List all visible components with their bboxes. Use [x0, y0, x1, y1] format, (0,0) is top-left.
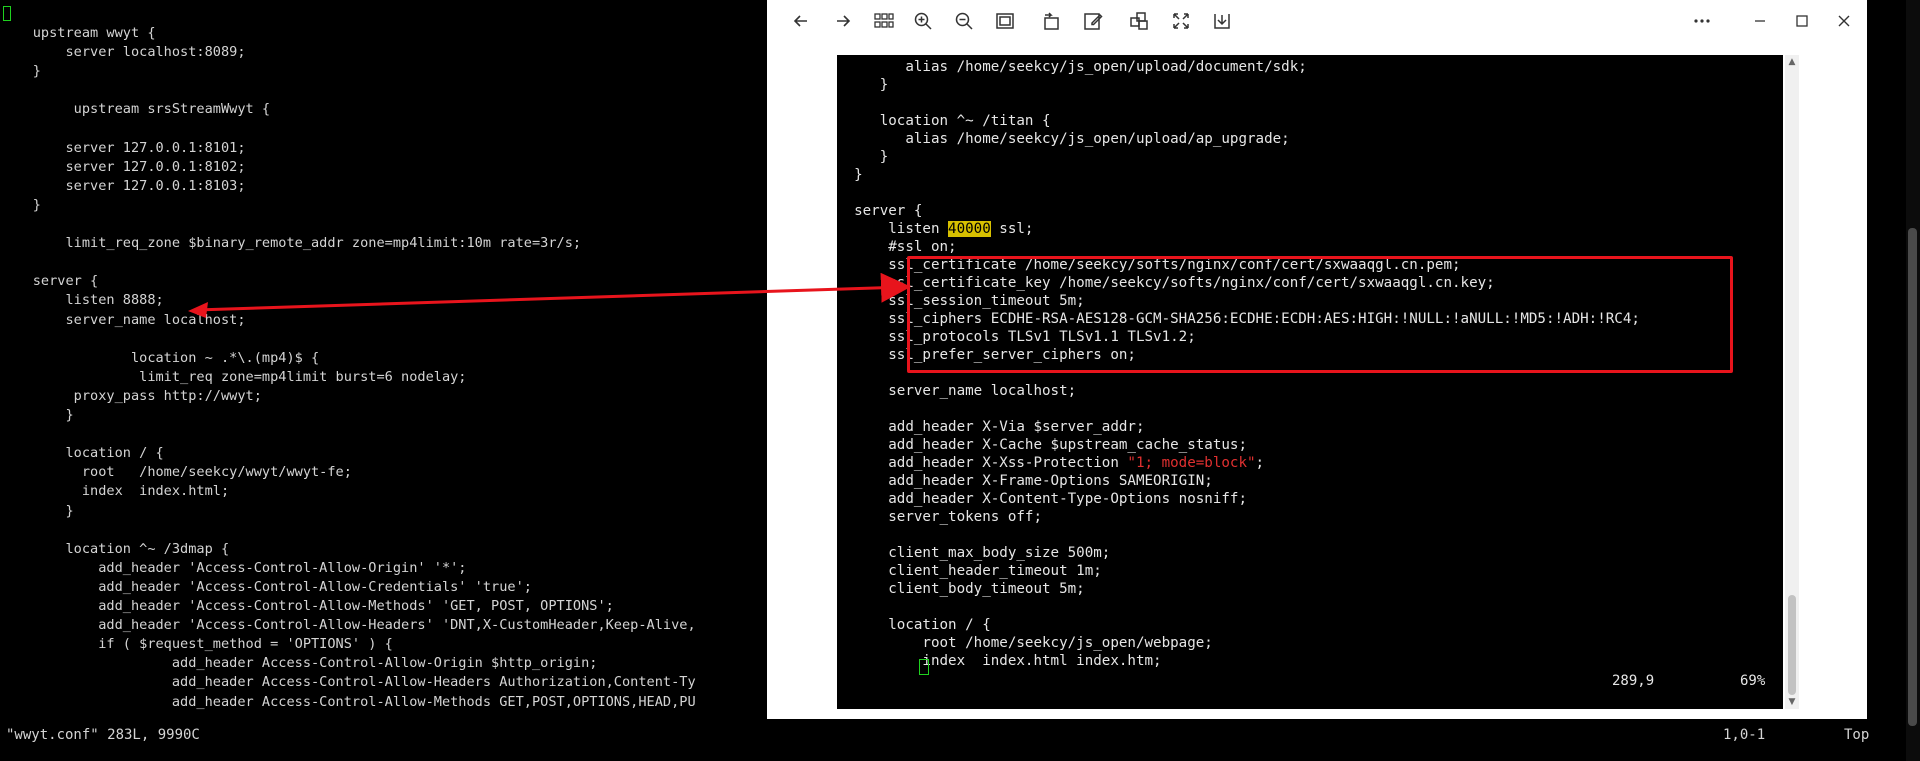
rotate-icon[interactable] [1038, 7, 1066, 35]
shot-line: client_body_timeout 5m; [837, 581, 1085, 597]
terminal-line: } [0, 196, 41, 213]
shot-line: add_header X-Cache $upstream_cache_statu… [837, 437, 1247, 453]
terminal-line: limit_req_zone $binary_remote_addr zone=… [0, 235, 582, 252]
shot-line: location ^~ /titan { [837, 113, 1051, 129]
terminal-line: if ( $request_method = 'OPTIONS' ) { [0, 636, 393, 653]
minimize-icon[interactable] [1746, 7, 1774, 35]
terminal-line: } [0, 63, 41, 80]
forward-arrow-icon[interactable] [829, 7, 857, 35]
terminal-line: limit_req zone=mp4limit burst=6 nodelay; [0, 368, 467, 385]
maximize-icon[interactable] [1788, 7, 1816, 35]
terminal-line: location / { [0, 445, 164, 462]
shot-line: server_tokens off; [837, 509, 1042, 525]
shot-line: } [837, 77, 889, 93]
shot-line: listen 40000 ssl; [837, 221, 1034, 237]
terminal-line: proxy_pass http://wwyt; [0, 387, 262, 404]
shot-status-position: 289,9 [1612, 673, 1655, 689]
shot-line: add_header X-Via $server_addr; [837, 419, 1145, 435]
terminal-line: upstream wwyt { [0, 25, 156, 41]
scroll-down-icon[interactable]: ▼ [1786, 696, 1798, 708]
shot-status-percent: 69% [1740, 673, 1766, 689]
terminal-line: add_header 'Access-Control-Allow-Headers… [0, 617, 696, 634]
shot-cursor [919, 659, 929, 675]
terminal-line: add_header 'Access-Control-Allow-Credent… [0, 578, 532, 595]
shot-line: alias /home/seekcy/js_open/upload/docume… [837, 59, 1307, 75]
crop-icon[interactable] [1125, 7, 1153, 35]
terminal-line: server localhost:8089; [0, 44, 246, 61]
terminal-line: upstream srsStreamWwyt { [0, 101, 271, 118]
fit-screen-icon[interactable] [991, 7, 1019, 35]
shot-line: } [837, 149, 889, 165]
edit-icon[interactable] [1079, 7, 1107, 35]
search-highlight: 40000 [948, 221, 991, 237]
download-icon[interactable] [1208, 7, 1236, 35]
shot-line: index index.html index.htm; [837, 653, 1162, 669]
terminal-line: server 127.0.0.1:8101; [0, 139, 246, 156]
zoom-in-icon[interactable] [909, 7, 937, 35]
terminal-line: } [0, 407, 74, 423]
vim-status-scroll: Top [1844, 727, 1870, 743]
terminal-line: } [0, 502, 74, 519]
terminal-line: server_name localhost; [0, 311, 246, 328]
shot-line: add_header X-Frame-Options SAMEORIGIN; [837, 473, 1213, 489]
terminal-line: add_header Access-Control-Allow-Origin $… [0, 655, 598, 672]
scroll-up-icon[interactable]: ▲ [1786, 56, 1798, 68]
terminal-line: root /home/seekcy/wwyt/wwyt-fe; [0, 464, 352, 481]
shot-line: } [837, 167, 863, 183]
terminal-line: server 127.0.0.1:8102; [0, 158, 246, 175]
terminal-line: index index.html; [0, 483, 230, 500]
shot-line: server { [837, 203, 923, 219]
shot-line: add_header X-Xss-Protection "1; mode=blo… [837, 455, 1265, 471]
terminal-line: add_header 'Access-Control-Allow-Origin'… [0, 559, 467, 576]
displayed-screenshot: alias /home/seekcy/js_open/upload/docume… [837, 55, 1783, 709]
vim-status-position: 1,0-1 [1723, 727, 1766, 743]
annotation-highlight-box [907, 256, 1733, 373]
string-literal: "1; mode=block" [1127, 455, 1256, 471]
terminal-line: add_header Access-Control-Allow-Methods … [0, 693, 696, 710]
shot-line: server_name localhost; [837, 383, 1077, 399]
viewer-scrollbar-thumb[interactable] [1788, 595, 1796, 695]
terminal-line: server 127.0.0.1:8103; [0, 177, 246, 194]
grid-icon[interactable] [870, 7, 898, 35]
terminal-line: location ^~ /3dmap { [0, 540, 230, 557]
viewer-toolbar [767, 0, 1867, 42]
shot-line: root /home/seekcy/js_open/webpage; [837, 635, 1213, 651]
shot-comment-line: #ssl on; [837, 239, 957, 255]
shot-line: alias /home/seekcy/js_open/upload/ap_upg… [837, 131, 1290, 147]
more-icon[interactable] [1688, 7, 1716, 35]
shot-line: location / { [837, 617, 991, 633]
terminal-line: add_header 'Access-Control-Allow-Methods… [0, 598, 614, 614]
fullscreen-icon[interactable] [1167, 7, 1195, 35]
shot-line: client_header_timeout 1m; [837, 563, 1102, 579]
terminal-line: listen 8888; [0, 292, 164, 309]
close-icon[interactable] [1830, 7, 1858, 35]
shot-line: add_header X-Content-Type-Options nosnif… [837, 491, 1247, 507]
terminal-cursor [3, 6, 11, 21]
terminal-line: server { [0, 273, 99, 290]
terminal-line: add_header Access-Control-Allow-Headers … [0, 674, 696, 691]
zoom-out-icon[interactable] [950, 7, 978, 35]
terminal-line: location ~ .*\.(mp4)$ { [0, 349, 320, 366]
shot-line: client_max_body_size 500m; [837, 545, 1111, 561]
vim-status-file: "wwyt.conf" 283L, 9990C [6, 727, 200, 743]
terminal-scrollbar-thumb[interactable] [1908, 228, 1917, 726]
back-arrow-icon[interactable] [787, 7, 815, 35]
